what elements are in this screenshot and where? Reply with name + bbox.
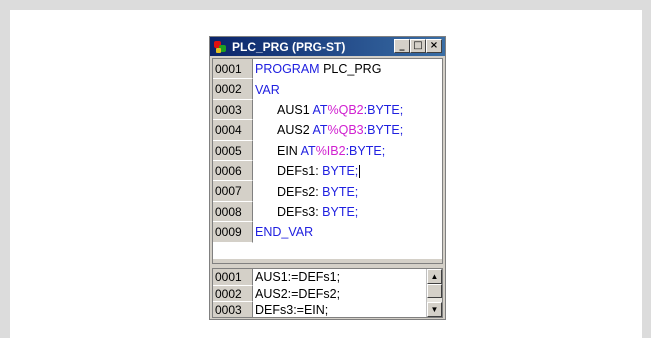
code-line: 0005 EIN AT%IB2:BYTE; — [213, 140, 442, 161]
line-number: 0002 — [213, 79, 253, 100]
line-number: 0001 — [213, 269, 253, 286]
code-line: 0007 DEFs2: BYTE; — [213, 181, 442, 202]
code-line: 0006 DEFs1: BYTE; — [213, 160, 442, 182]
code-text: AUS1 AT%QB2:BYTE; — [277, 102, 404, 117]
code-text: DEFs3: BYTE; — [277, 204, 359, 219]
declaration-editor[interactable]: 0001 PROGRAM PLC_PRG 0002 VAR 0003 AUS1 … — [212, 58, 443, 264]
line-number: 0008 — [213, 201, 253, 223]
body-editor[interactable]: 0001 AUS1:=DEFs1; 0002 AUS2:=DEFs2; 0003… — [212, 268, 443, 318]
maximize-button[interactable]: □ — [410, 39, 426, 53]
code-line: 0002 AUS2:=DEFs2; — [213, 285, 442, 302]
code-text: EIN AT%IB2:BYTE; — [277, 143, 386, 158]
line-number: 0005 — [213, 140, 253, 161]
scroll-thumb[interactable] — [427, 284, 442, 298]
plc-program-window[interactable]: PLC_PRG (PRG-ST) _ □ × 0001 PROGRAM PLC_… — [209, 36, 446, 320]
line-number: 0002 — [213, 285, 253, 302]
code-text: AUS1:=DEFs1; — [255, 270, 341, 285]
window-controls: _ □ × — [394, 39, 442, 53]
scroll-up-icon[interactable]: ▲ — [427, 269, 442, 284]
code-text: DEFs3:=EIN; — [255, 303, 329, 318]
line-number: 0001 — [213, 59, 253, 80]
line-number: 0003 — [213, 302, 253, 317]
code-line: 0004 AUS2 AT%QB3:BYTE; — [213, 120, 442, 141]
pane-splitter[interactable] — [213, 259, 442, 263]
code-text: DEFs1: BYTE; — [277, 164, 361, 179]
window-titlebar[interactable]: PLC_PRG (PRG-ST) _ □ × — [210, 37, 445, 56]
code-text: PROGRAM PLC_PRG — [255, 62, 382, 77]
code-text: AUS2 AT%QB3:BYTE; — [277, 123, 404, 138]
code-text: AUS2:=DEFs2; — [255, 286, 341, 301]
code-line: 0001 AUS1:=DEFs1; — [213, 269, 442, 286]
minimize-button[interactable]: _ — [394, 39, 410, 53]
plc-program-icon — [213, 39, 229, 55]
code-text: DEFs2: BYTE; — [277, 184, 359, 199]
close-button[interactable]: × — [426, 39, 442, 53]
line-number: 0006 — [213, 160, 253, 182]
code-line: 0009 END_VAR — [213, 222, 442, 243]
code-text: VAR — [255, 82, 280, 97]
line-number: 0003 — [213, 99, 253, 121]
code-text: END_VAR — [255, 225, 314, 240]
code-line: 0003 DEFs3:=EIN; — [213, 302, 442, 318]
line-number: 0007 — [213, 181, 253, 202]
code-line: 0003 AUS1 AT%QB2:BYTE; — [213, 99, 442, 121]
scroll-down-icon[interactable]: ▼ — [427, 302, 442, 317]
code-line: 0002 VAR — [213, 79, 442, 100]
code-line: 0008 DEFs3: BYTE; — [213, 201, 442, 223]
line-number: 0004 — [213, 120, 253, 141]
window-title: PLC_PRG (PRG-ST) — [232, 39, 346, 54]
vertical-scrollbar[interactable]: ▲ ▼ — [426, 269, 442, 317]
code-line: 0001 PROGRAM PLC_PRG — [213, 59, 442, 80]
line-number: 0009 — [213, 222, 253, 243]
text-cursor — [359, 165, 361, 179]
